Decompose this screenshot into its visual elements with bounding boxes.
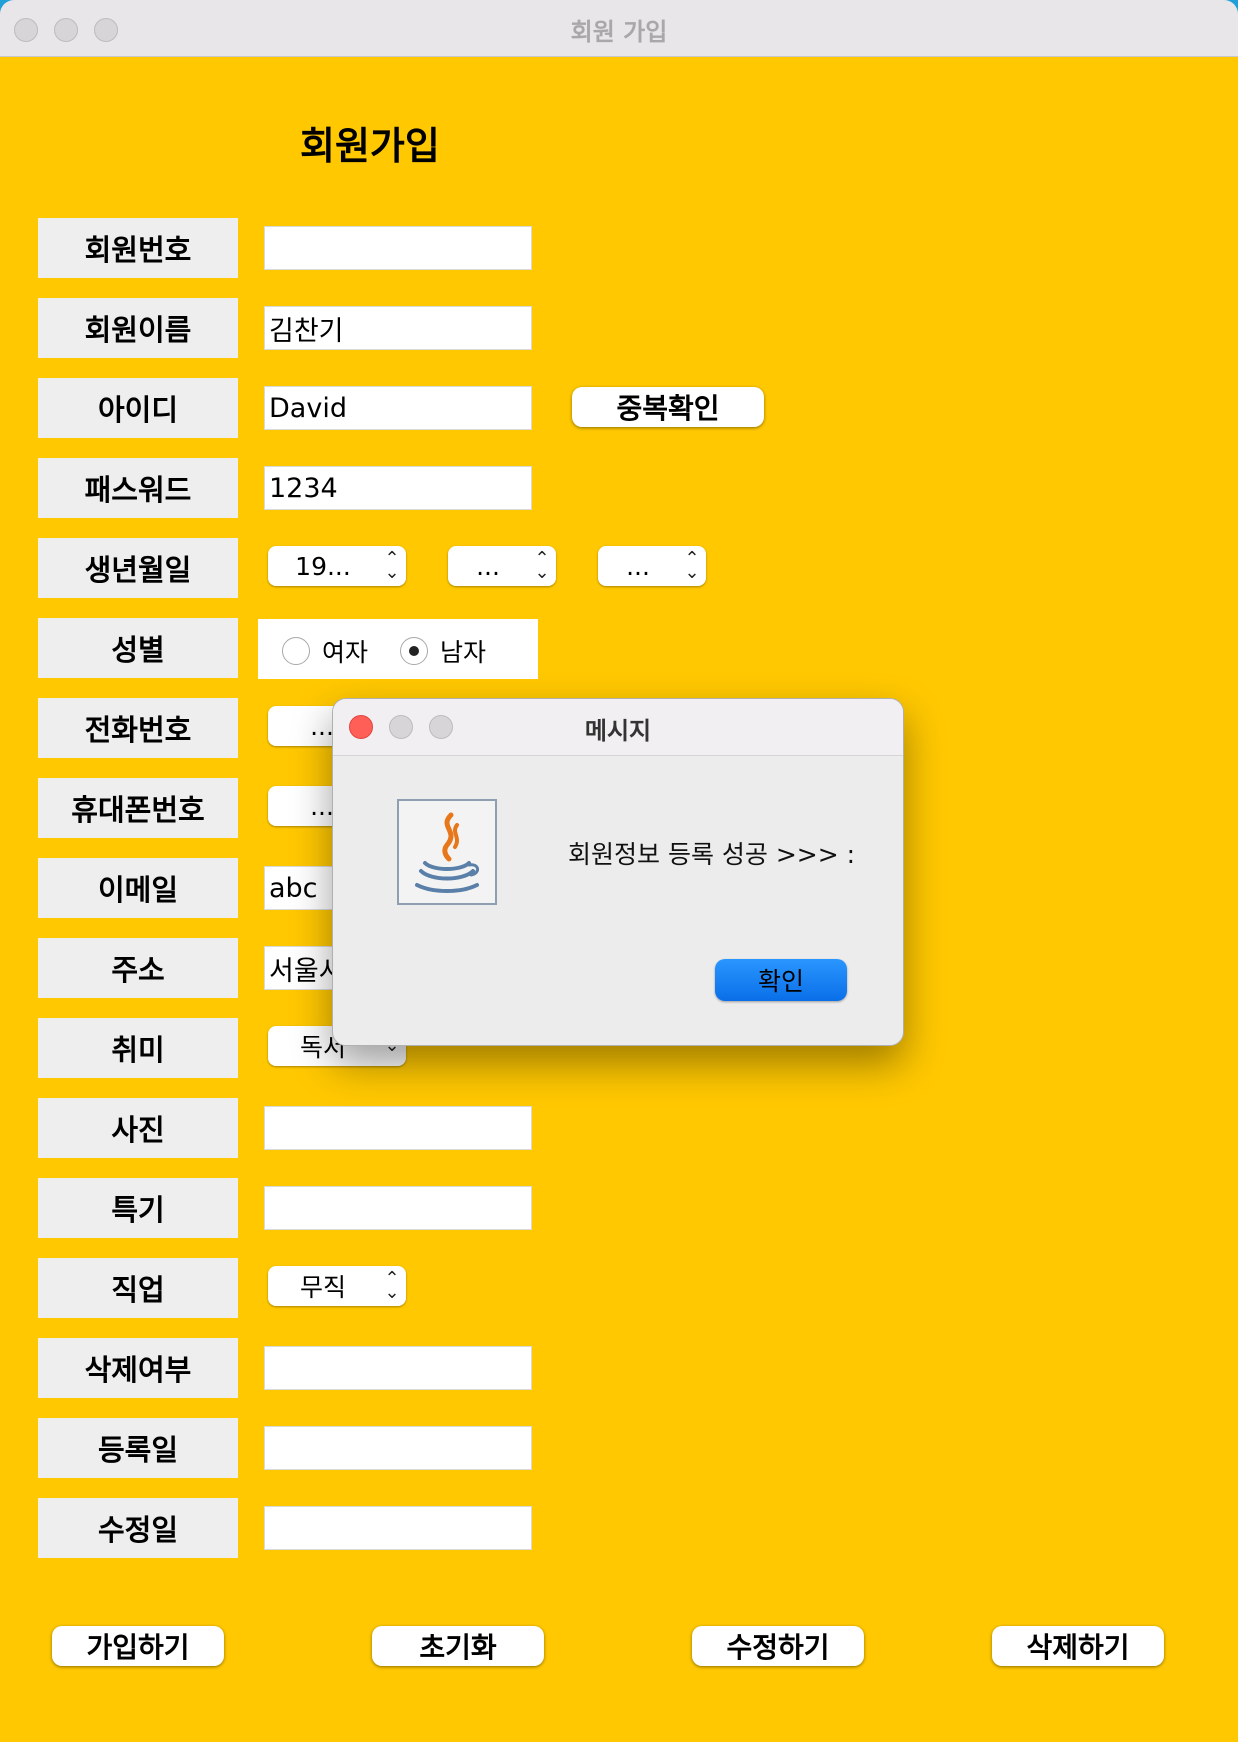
up-down-chevron-icon[interactable]: ⌃ ⌄ (528, 550, 556, 582)
gender-female-label[interactable]: 여자 (322, 633, 368, 669)
label-member-name: 회원이름 (38, 298, 238, 358)
label-address: 주소 (38, 938, 238, 998)
label-user-id: 아이디 (38, 378, 238, 438)
up-down-chevron-icon[interactable]: ⌃ ⌄ (678, 550, 706, 582)
label-gender: 성별 (38, 618, 238, 678)
label-hobby: 취미 (38, 1018, 238, 1078)
birth-year-value: 19... (295, 551, 351, 581)
specialty-field[interactable] (264, 1186, 532, 1230)
app-window: 회원 가입 회원가입 회원번호 회원이름 아이디 패스워드 생년월일 성별 전화… (0, 0, 1238, 1742)
birth-year-spinner[interactable]: 19... ⌃ ⌄ (268, 546, 406, 586)
dialog-title: 메시지 (584, 717, 652, 745)
birth-month-spinner[interactable]: ... ⌃ ⌄ (448, 546, 556, 586)
gender-male-label[interactable]: 남자 (440, 633, 486, 669)
reg-date-field[interactable] (264, 1426, 532, 1470)
gender-female-radio[interactable] (282, 637, 310, 665)
member-no-field[interactable] (264, 226, 532, 270)
dup-check-button[interactable]: 중복확인 (572, 387, 764, 427)
label-deleted: 삭제여부 (38, 1338, 238, 1398)
window-titlebar: 회원 가입 (0, 0, 1238, 57)
mod-date-field[interactable] (264, 1506, 532, 1550)
label-photo: 사진 (38, 1098, 238, 1158)
up-down-chevron-icon[interactable]: ⌃ ⌄ (378, 1270, 406, 1302)
delete-button[interactable]: 삭제하기 (992, 1626, 1164, 1666)
modify-button[interactable]: 수정하기 (692, 1626, 864, 1666)
ok-button[interactable]: 확인 (715, 959, 847, 1001)
gender-male-radio[interactable] (400, 637, 428, 665)
label-member-no: 회원번호 (38, 218, 238, 278)
label-birth: 생년월일 (38, 538, 238, 598)
label-specialty: 특기 (38, 1178, 238, 1238)
password-field[interactable]: 1234 (264, 466, 532, 510)
label-reg-date: 등록일 (38, 1418, 238, 1478)
message-dialog: 메시지 회원정보 등록 성공 >>> : 확인 (332, 698, 904, 1046)
gender-radio-group: 여자 남자 (258, 619, 538, 679)
birth-day-value: ... (626, 551, 650, 581)
up-down-chevron-icon[interactable]: ⌃ ⌄ (378, 550, 406, 582)
label-job: 직업 (38, 1258, 238, 1318)
job-dropdown[interactable]: 무직 ⌃ ⌄ (268, 1266, 406, 1306)
label-email: 이메일 (38, 858, 238, 918)
photo-field[interactable] (264, 1106, 532, 1150)
user-id-field[interactable]: David (264, 386, 532, 430)
java-coffee-cup-icon (397, 799, 497, 905)
join-button[interactable]: 가입하기 (52, 1626, 224, 1666)
label-phone: 전화번호 (38, 698, 238, 758)
deleted-field[interactable] (264, 1346, 532, 1390)
birth-day-spinner[interactable]: ... ⌃ ⌄ (598, 546, 706, 586)
label-mobile: 휴대폰번호 (38, 778, 238, 838)
page-title: 회원가입 (300, 124, 440, 168)
member-name-field[interactable]: 김찬기 (264, 306, 532, 350)
dialog-message: 회원정보 등록 성공 >>> : (568, 840, 856, 869)
radio-selected-dot (409, 646, 419, 656)
label-password: 패스워드 (38, 458, 238, 518)
reset-button[interactable]: 초기화 (372, 1626, 544, 1666)
label-mod-date: 수정일 (38, 1498, 238, 1558)
window-title: 회원 가입 (570, 18, 668, 46)
birth-month-value: ... (476, 551, 500, 581)
job-selected: 무직 (299, 1273, 346, 1302)
dialog-titlebar: 메시지 (333, 699, 903, 756)
